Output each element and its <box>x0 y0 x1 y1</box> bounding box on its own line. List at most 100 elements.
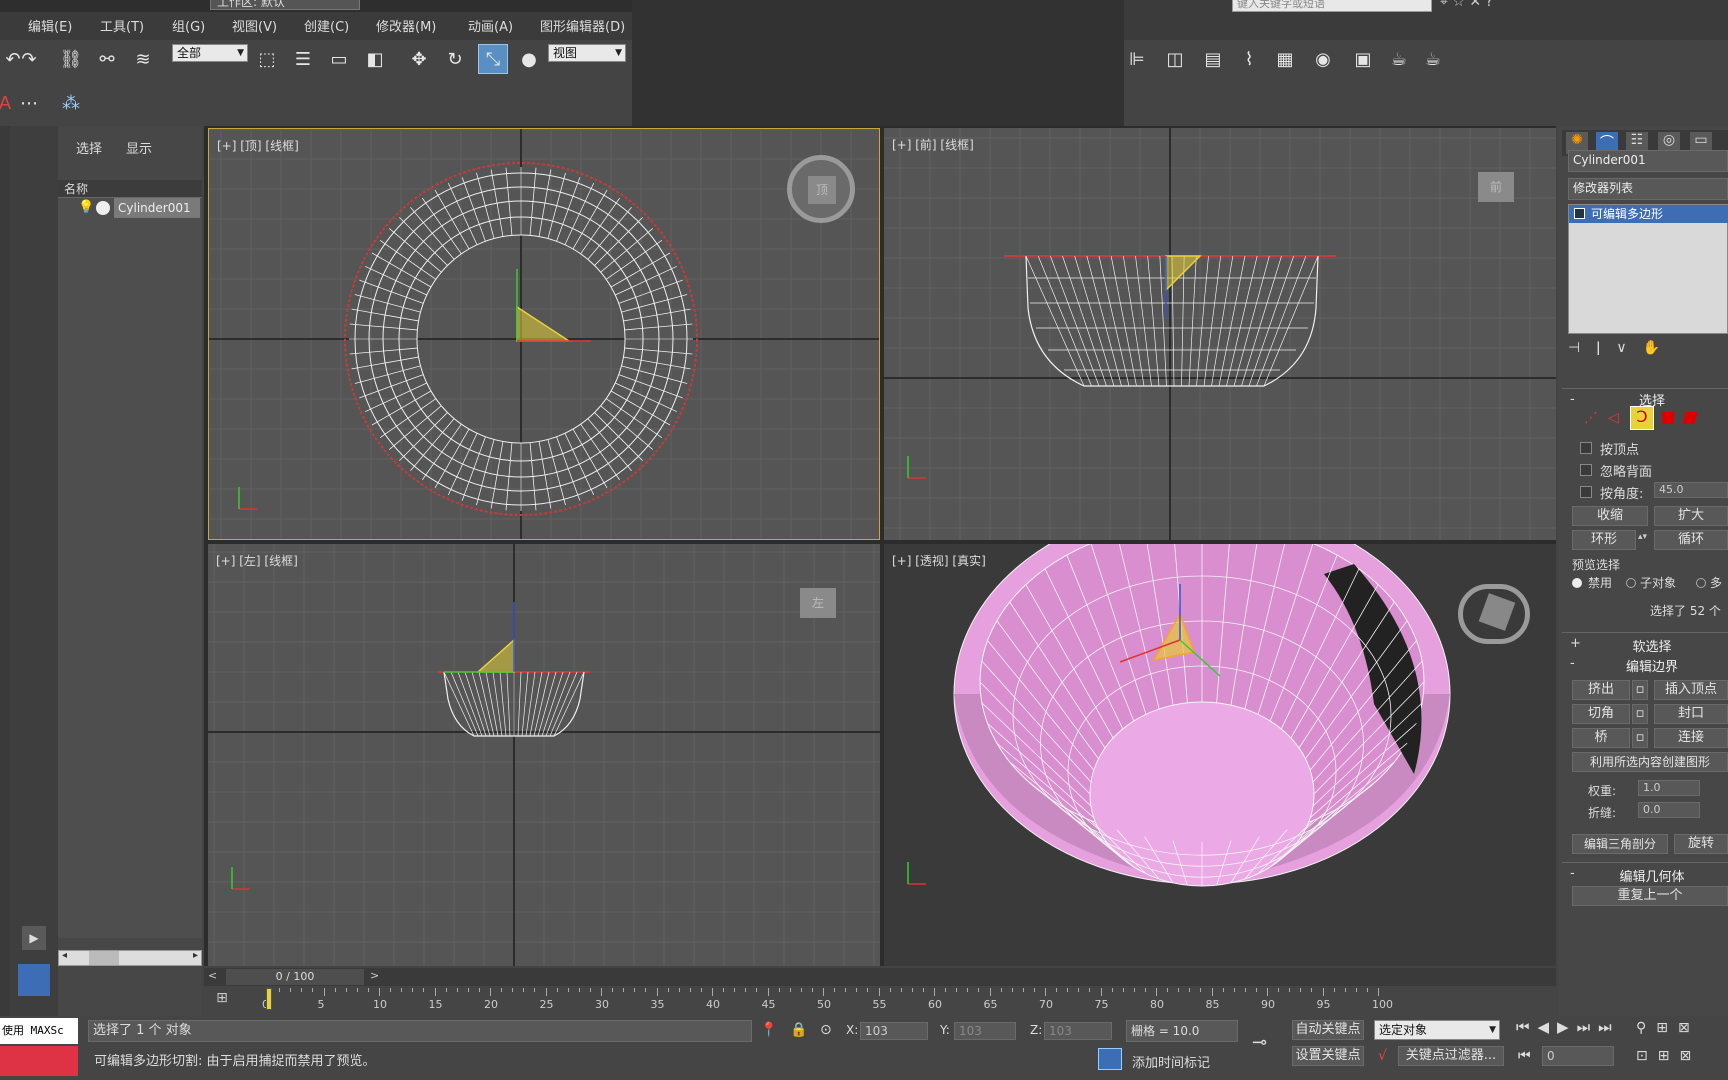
menu-views[interactable]: 视图(V) <box>232 16 277 35</box>
shrink-button[interactable]: 收缩 <box>1572 506 1648 526</box>
placement-icon[interactable]: ● <box>516 46 542 72</box>
ignore-backfacing-checkbox[interactable] <box>1580 464 1592 476</box>
render-setup-icon[interactable]: ▣ <box>1350 46 1376 72</box>
edge-mode-icon[interactable]: ◁ <box>1608 410 1619 426</box>
scroll-left-icon[interactable]: ◂ <box>62 950 67 961</box>
preview-disabled-radio[interactable] <box>1572 578 1582 588</box>
viewcube-face[interactable]: 顶 <box>808 176 836 204</box>
auto-key-button[interactable]: 自动关键点 <box>1292 1020 1364 1040</box>
collapse-icon[interactable]: - <box>1570 866 1575 881</box>
time-slider-handle[interactable] <box>266 988 272 1010</box>
time-slider-right-icon[interactable]: > <box>370 969 379 982</box>
edit-borders-rollout-title[interactable]: 编辑边界 <box>1582 656 1722 675</box>
list-item[interactable]: Cylinder001 <box>114 198 200 218</box>
rendered-frame-icon[interactable]: ☕ <box>1386 46 1412 72</box>
polygon-mode-icon[interactable] <box>1662 412 1674 424</box>
viewport-top[interactable]: [+] [顶] [线框] 顶 <box>208 128 880 540</box>
menu-animation[interactable]: 动画(A) <box>468 16 513 35</box>
key-filters-button[interactable]: 关键点过滤器... <box>1398 1046 1504 1066</box>
viewcube-icon[interactable] <box>1458 584 1530 644</box>
by-angle-checkbox[interactable] <box>1580 486 1592 498</box>
scroll-right-icon[interactable]: ▸ <box>193 950 198 961</box>
window-crossing-icon[interactable]: ◧ <box>362 46 388 72</box>
isolate-icon[interactable]: 📍 <box>760 1022 777 1038</box>
expand-icon[interactable] <box>1574 208 1585 219</box>
bridge-button[interactable]: 桥 <box>1572 728 1630 748</box>
redo-icon[interactable]: ↷ <box>16 46 42 72</box>
infocenter-icons[interactable]: ⌖ ☆ ✕ ? <box>1440 0 1590 12</box>
menu-tools[interactable]: 工具(T) <box>100 16 144 35</box>
collapse-icon[interactable]: - <box>1570 392 1575 407</box>
key-icon[interactable]: ⊸ <box>1252 1032 1267 1053</box>
crease-spinner[interactable]: 0.0 <box>1638 802 1700 818</box>
connect-button[interactable]: 连接 <box>1654 728 1728 748</box>
playback-controls-icons[interactable]: ⏮◀▶⏭⏭ <box>1516 1018 1620 1036</box>
weight-spinner[interactable]: 1.0 <box>1638 780 1700 796</box>
viewport-top-label[interactable]: [+] [顶] [线框] <box>217 137 299 154</box>
scale-icon[interactable]: ⤡ <box>478 44 508 74</box>
loop-button[interactable]: 循环 <box>1654 530 1728 550</box>
tab-select[interactable]: 选择 <box>76 138 102 157</box>
scroll-thumb[interactable] <box>89 951 119 965</box>
selection-filter-dropdown[interactable]: 全部 <box>172 44 248 62</box>
reference-coordinate-dropdown[interactable]: 视图 <box>548 44 626 62</box>
viewport-front-label[interactable]: [+] [前] [线框] <box>892 136 974 153</box>
angle-spinner[interactable]: 45.0 <box>1654 482 1728 498</box>
align-icon[interactable]: ⊫ <box>1124 46 1150 72</box>
rotate-icon[interactable]: ↻ <box>442 46 468 72</box>
layer-manager-icon[interactable]: ◫ <box>1162 46 1188 72</box>
preview-subobject-radio[interactable] <box>1626 578 1636 588</box>
bind-space-warp-icon[interactable]: ≋ <box>130 46 156 72</box>
add-time-tag-label[interactable]: 添加时间标记 <box>1132 1052 1210 1071</box>
repeat-last-button[interactable]: 重复上一个 <box>1572 886 1728 906</box>
insert-vertex-button[interactable]: 插入顶点 <box>1654 680 1728 700</box>
chamfer-button[interactable]: 切角 <box>1572 704 1630 724</box>
current-frame-field[interactable]: 0 <box>1542 1046 1614 1066</box>
vertex-mode-icon[interactable]: ⋰ <box>1584 410 1598 426</box>
ring-button[interactable]: 环形 <box>1572 530 1636 550</box>
cap-button[interactable]: 封口 <box>1654 704 1728 724</box>
render-production-icon[interactable]: ☕ <box>1420 46 1446 72</box>
viewcube-icon[interactable]: 前 <box>1478 172 1514 202</box>
search-input[interactable]: 键入关键字或短语 <box>1232 0 1432 12</box>
viewport-nav-icons-bottom[interactable]: ⊡⊞⊠ <box>1636 1048 1701 1064</box>
stack-tools-icons[interactable]: ⊣ǀ∨✋ <box>1568 340 1728 362</box>
ring-spinner-icon[interactable]: ▴▾ <box>1638 532 1647 542</box>
stack-item-editable-poly[interactable]: 可编辑多边形 <box>1569 205 1728 223</box>
set-key-button[interactable]: 设置关键点 <box>1292 1046 1364 1066</box>
timeline-ruler[interactable]: 0510152025303540455055606570758085909510… <box>262 988 1474 1016</box>
border-mode-icon[interactable]: Ɔ <box>1630 406 1654 430</box>
element-mode-icon[interactable] <box>1682 412 1698 424</box>
viewcube-icon[interactable]: 顶 <box>787 155 855 223</box>
maxscript-listener[interactable]: 使用 MAXSc <box>0 1018 78 1044</box>
menu-edit[interactable]: 编辑(E) <box>28 16 72 35</box>
lock-icon[interactable]: 🔒 <box>790 1022 807 1038</box>
chamfer-settings-icon[interactable]: ▫ <box>1632 704 1648 724</box>
move-icon[interactable]: ✥ <box>406 46 432 72</box>
workspace-dropdown[interactable]: 工作区: 默认 <box>210 0 360 10</box>
layout-switch-icon[interactable] <box>18 964 50 996</box>
viewcube-face[interactable] <box>1478 593 1516 631</box>
menu-graph-editors[interactable]: 图形编辑器(D) <box>540 16 625 35</box>
schematic-view-icon[interactable]: ▦ <box>1272 46 1298 72</box>
horizontal-scrollbar[interactable]: ◂ ▸ <box>58 950 202 966</box>
select-by-name-icon[interactable]: ☰ <box>290 46 316 72</box>
z-coordinate-field[interactable]: 103 <box>1044 1022 1112 1040</box>
grow-button[interactable]: 扩大 <box>1654 506 1728 526</box>
curve-editor-icon[interactable]: ⌇ <box>1236 46 1262 72</box>
toggle-ribbon-icon[interactable]: ▤ <box>1200 46 1226 72</box>
link-icon[interactable]: ⛓ <box>58 46 84 72</box>
object-name-field[interactable]: Cylinder001 <box>1568 150 1728 172</box>
select-object-icon[interactable]: ⬚ <box>254 46 280 72</box>
key-mode-dropdown[interactable]: 选定对象 <box>1374 1020 1500 1040</box>
time-slider-left-icon[interactable]: < <box>208 969 217 982</box>
material-editor-icon[interactable]: ◉ <box>1310 46 1336 72</box>
viewport-perspective[interactable]: [+] [透视] [真实] <box>884 544 1556 966</box>
key-filter-icon[interactable]: √ <box>1378 1048 1387 1064</box>
viewport-front[interactable]: [+] [前] [线框] 前 <box>884 128 1556 540</box>
expand-arrow-icon[interactable]: ▶ <box>22 926 46 950</box>
edit-triangulation-button[interactable]: 编辑三角剖分 <box>1572 834 1668 854</box>
tab-display[interactable]: 显示 <box>126 138 152 157</box>
time-tag-icon[interactable] <box>1098 1048 1122 1070</box>
y-coordinate-field[interactable]: 103 <box>954 1022 1016 1040</box>
